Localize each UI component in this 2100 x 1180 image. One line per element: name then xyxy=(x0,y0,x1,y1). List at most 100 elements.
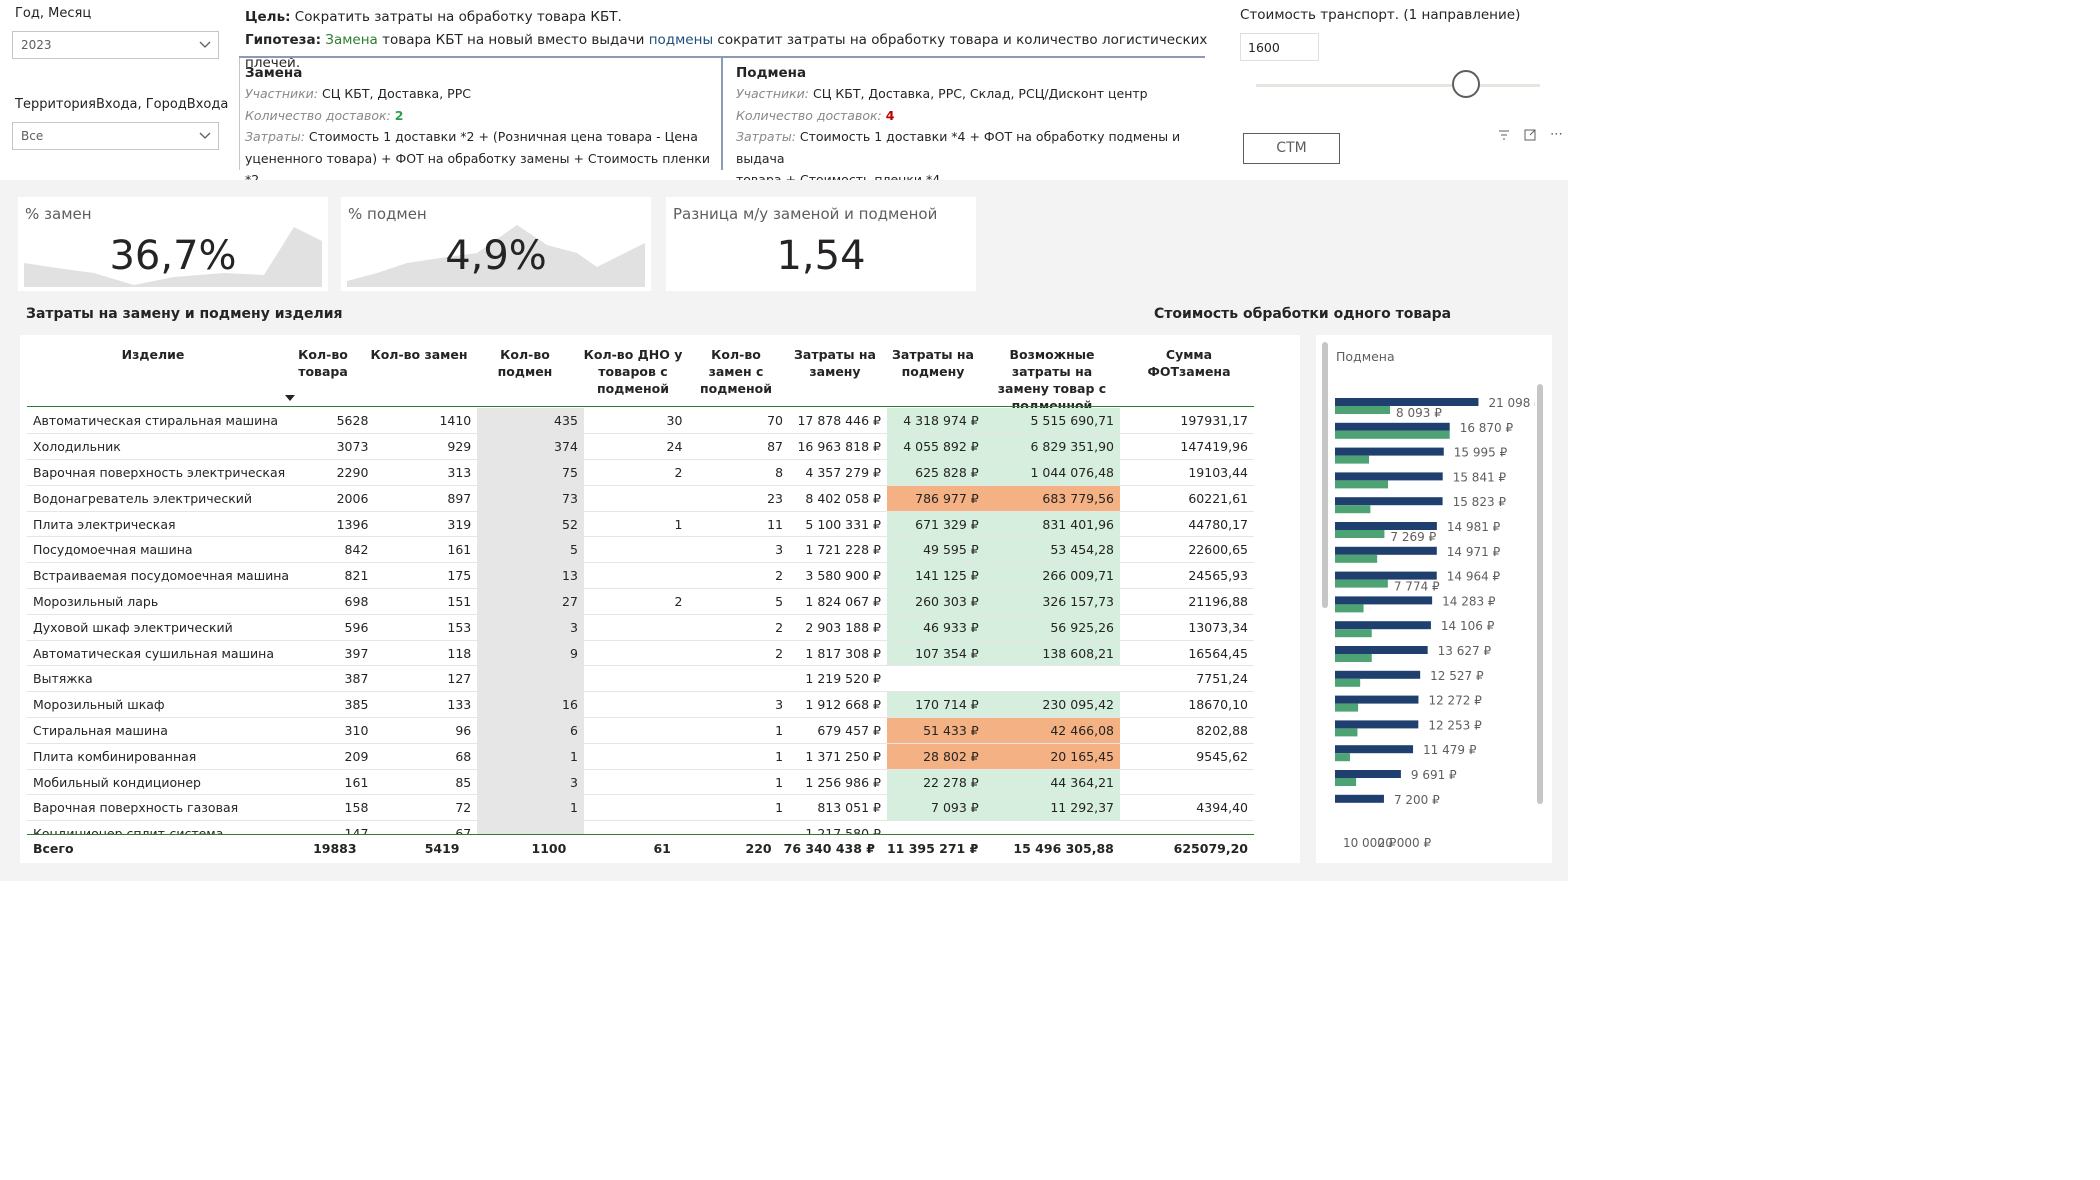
bar-secondary[interactable] xyxy=(1335,654,1372,662)
header-replace-with-substitute[interactable]: Кол-во замен с подменой xyxy=(695,346,777,397)
transport-slider-track[interactable] xyxy=(1256,84,1540,87)
bar-primary[interactable] xyxy=(1335,546,1437,555)
bar-secondary[interactable] xyxy=(1335,554,1378,563)
transport-input[interactable]: 1600 xyxy=(1240,33,1319,61)
bar-secondary[interactable] xyxy=(1335,579,1388,588)
stm-button[interactable]: СТМ xyxy=(1243,133,1340,164)
year-dropdown[interactable]: 2023 xyxy=(12,31,219,59)
bar-primary[interactable] xyxy=(1335,522,1437,530)
bar-secondary[interactable] xyxy=(1335,505,1371,514)
cell-value: 175 xyxy=(374,562,478,590)
bar-primary[interactable] xyxy=(1335,447,1444,456)
header-product[interactable]: Изделие xyxy=(27,346,279,363)
table-row[interactable]: Духовой шкаф электрический 596 153 3 2 2 903 … xyxy=(27,614,1254,641)
cell-value xyxy=(984,820,1120,834)
deliveries-value: 4 xyxy=(885,107,895,123)
cell-product: Стиральная машина xyxy=(27,717,296,744)
table-row[interactable]: Плита электрическая 1396 319 52 1 11 5 100 331… xyxy=(27,511,1254,538)
focus-mode-icon[interactable] xyxy=(1524,129,1536,144)
bar-primary[interactable] xyxy=(1335,745,1414,754)
bar-secondary[interactable] xyxy=(1335,406,1391,414)
table-row[interactable]: Морозильный ларь 698 151 27 2 5 1 824 067 ₽260… xyxy=(27,588,1254,615)
cell-value: 44 364,21 xyxy=(984,769,1120,796)
table-row[interactable]: Встраиваемая посудомоечная машина 821 175 1… xyxy=(27,562,1254,590)
cell-value: 107 354 ₽ xyxy=(886,640,985,667)
table-row[interactable]: Вытяжка 387 127 1 219 520 ₽ 7751,24 xyxy=(27,665,1254,693)
table-row[interactable]: Посудомоечная машина 842 161 5 3 1 721 228 ₽4… xyxy=(27,536,1254,564)
cell-value: 8 xyxy=(688,459,790,486)
bar-primary[interactable] xyxy=(1335,596,1433,605)
table-row[interactable]: Кондиционер сплит-система 147 67 1 217 580 … xyxy=(27,820,1254,834)
table-totals: Всего 19883 5419 1100 61 220 76 340 438 ₽ 11 39… xyxy=(27,835,1254,861)
kpi-card-substitute[interactable]: % подмен 4,9% xyxy=(341,197,651,291)
bar-primary[interactable] xyxy=(1335,422,1450,431)
bar-secondary[interactable] xyxy=(1335,703,1359,712)
cell-value: 197931,17 xyxy=(1119,408,1254,435)
table-row[interactable]: Мобильный кондиционер 161 85 3 1 1 256 986 ₽2… xyxy=(27,769,1254,796)
bar-secondary[interactable] xyxy=(1335,629,1372,638)
cell-value: 118 xyxy=(374,640,478,667)
bar-secondary[interactable] xyxy=(1335,430,1450,439)
bar-primary[interactable] xyxy=(1335,770,1401,778)
cell-value: 70 xyxy=(688,408,790,435)
bar-primary[interactable] xyxy=(1335,695,1419,704)
table-row[interactable]: Морозильный шкаф 385 133 16 3 1 912 668 ₽170 … xyxy=(27,691,1254,719)
table-body-viewport[interactable]: Автоматическая стиральная машина 5628 1410… xyxy=(27,408,1254,834)
territory-dropdown[interactable]: Все xyxy=(12,122,219,150)
kpi-card-difference[interactable]: Разница м/у заменой и подменой 1,54 xyxy=(666,197,976,291)
bar-primary[interactable] xyxy=(1335,497,1443,506)
bar-secondary[interactable] xyxy=(1335,530,1385,538)
sort-desc-icon[interactable] xyxy=(285,394,295,402)
bar-secondary[interactable] xyxy=(1335,753,1350,762)
bar-secondary[interactable] xyxy=(1335,728,1358,737)
filter-icon[interactable] xyxy=(1498,129,1510,144)
header-qty-goods[interactable]: Кол-во товара xyxy=(287,346,359,380)
cell-value: 1 xyxy=(688,717,790,744)
cell-value: 2290 xyxy=(295,459,375,486)
bar-secondary[interactable] xyxy=(1335,678,1361,687)
chart-scrollbar-left[interactable] xyxy=(1322,342,1328,608)
header-qty-dno[interactable]: Кол-во ДНО у товаров с подменой xyxy=(581,346,685,397)
transport-slider-thumb[interactable] xyxy=(1452,70,1481,98)
cell-value: 2 xyxy=(583,459,689,486)
header-possible-cost[interactable]: Возможные затраты на замену товар с подм… xyxy=(985,346,1119,414)
header-qty-substitute[interactable]: Кол-во подмен xyxy=(487,346,563,380)
bar-primary[interactable] xyxy=(1335,720,1419,729)
bar-primary[interactable] xyxy=(1335,621,1431,630)
table-row[interactable]: Холодильник 3073 929 374 24 87 16 963 818 ₽4 0… xyxy=(27,433,1254,461)
cell-value: 96 xyxy=(374,717,478,744)
chart-scrollbar-right[interactable] xyxy=(1537,384,1543,804)
header-substitute-cost[interactable]: Затраты на подмену xyxy=(887,346,979,380)
table-row[interactable]: Плита комбинированная 209 68 1 1 1 371 250 ₽2… xyxy=(27,743,1254,770)
bar-secondary[interactable] xyxy=(1335,604,1364,613)
bar-primary[interactable] xyxy=(1335,571,1437,580)
cell-value: 49 595 ₽ xyxy=(886,536,985,564)
header-payroll[interactable]: Сумма ФОТзамена xyxy=(1123,346,1255,380)
bar-secondary[interactable] xyxy=(1335,480,1389,489)
more-options-icon[interactable]: ⋯ xyxy=(1550,127,1564,142)
bar-primary[interactable] xyxy=(1335,398,1479,406)
cell-value: 679 457 ₽ xyxy=(789,717,887,744)
kpi-card-replace[interactable]: % замен 36,7% xyxy=(18,197,328,291)
bar-value-label: 16 870 ₽ xyxy=(1460,421,1514,435)
substitute-scheme-title: Подмена xyxy=(736,65,807,81)
bar-primary[interactable] xyxy=(1335,646,1428,654)
replace-costs: Затраты: Стоимость 1 доставки *2 + (Розн… xyxy=(245,126,715,148)
table-row[interactable]: Автоматическая стиральная машина 5628 1410… xyxy=(27,408,1254,435)
table-row[interactable]: Варочная поверхность газовая 158 72 1 1 813 0… xyxy=(27,794,1254,822)
header-qty-replace[interactable]: Кол-во замен xyxy=(369,346,469,363)
table-row[interactable]: Водонагреватель электрический 2006 897 73 23… xyxy=(27,485,1254,512)
kpi-value: 36,7% xyxy=(109,233,237,279)
deliveries-label: Количество доставок: xyxy=(736,107,882,123)
header-replace-cost[interactable]: Затраты на замену xyxy=(789,346,881,380)
bar-primary[interactable] xyxy=(1335,794,1384,803)
bar-primary[interactable] xyxy=(1335,472,1443,481)
bar-secondary[interactable] xyxy=(1335,778,1357,786)
table-row[interactable]: Варочная поверхность электрическая 2290 31… xyxy=(27,459,1254,486)
cell-value: 5628 xyxy=(295,408,375,435)
table-row[interactable]: Автоматическая сушильная машина 397 118 9 2 1… xyxy=(27,640,1254,667)
table-row[interactable]: Стиральная машина 310 96 6 1 679 457 ₽51 433 … xyxy=(27,717,1254,744)
cell-value: 821 xyxy=(295,562,375,590)
bar-secondary[interactable] xyxy=(1335,455,1369,464)
bar-primary[interactable] xyxy=(1335,670,1421,679)
